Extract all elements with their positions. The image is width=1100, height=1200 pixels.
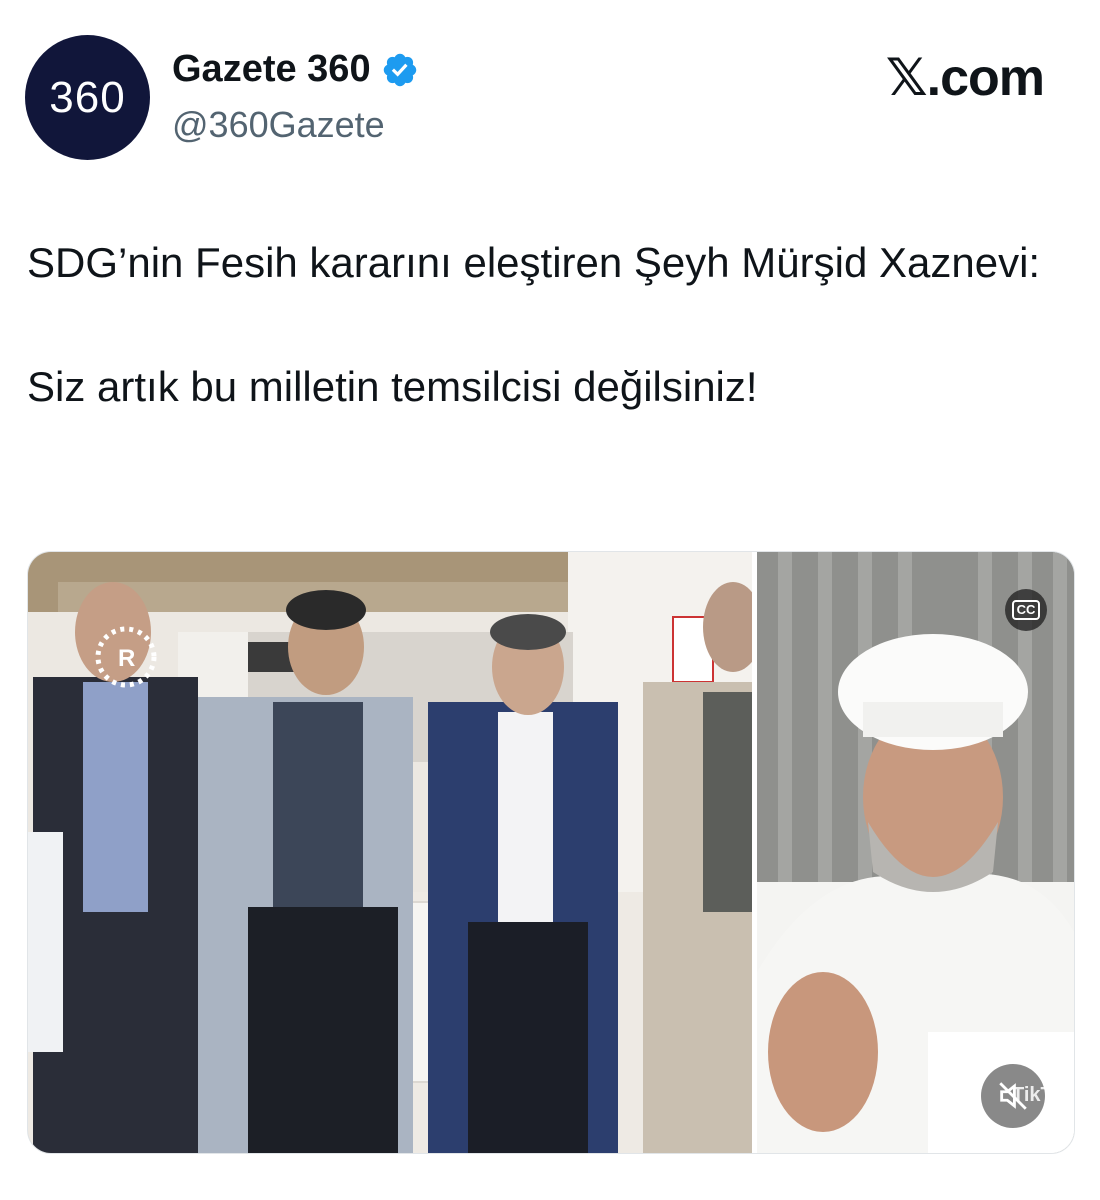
tiktok-watermark: TikTok: [1012, 1084, 1075, 1106]
avatar[interactable]: 360: [25, 35, 150, 160]
person-2-shirt: [273, 702, 363, 912]
avatar-text: 360: [49, 72, 126, 122]
sheikh-hand: [768, 972, 878, 1132]
user-handle[interactable]: @360Gazete: [172, 104, 385, 146]
closed-captions-icon: CC: [1011, 600, 1041, 620]
person-4-shirt: [703, 692, 753, 912]
person-2-hair: [286, 590, 366, 630]
name-row: Gazete 360: [172, 48, 419, 91]
rudaw-watermark: R: [118, 645, 135, 672]
turban-band: [863, 702, 1003, 737]
closed-captions-button[interactable]: CC: [1005, 589, 1047, 631]
tweet-text: SDG’nin Fesih kararını eleştiren Şeyh Mü…: [27, 232, 1067, 418]
person-1-shirt: [83, 682, 148, 912]
verified-badge-icon: [381, 51, 419, 89]
split-divider: [752, 552, 757, 1153]
tweet-line-1: SDG’nin Fesih kararını eleştiren Şeyh Mü…: [27, 239, 1041, 286]
display-name[interactable]: Gazete 360: [172, 48, 371, 91]
person-3-trousers: [468, 922, 588, 1153]
media-container[interactable]: R CC TikTok @ibn_afrin_36: [27, 551, 1075, 1154]
partial-figure: [28, 832, 63, 1052]
tweet-header: 360 Gazete 360 @360Gazete 𝕏.com: [0, 0, 1100, 180]
tiktok-username: @ibn_afrin_36: [953, 1126, 1032, 1140]
site-label: 𝕏.com: [885, 49, 1045, 107]
tweet-line-2: Siz artık bu milletin temsilcisi değilsi…: [27, 363, 758, 410]
person-3-shirt: [498, 712, 553, 922]
media-image: R: [28, 552, 1074, 1153]
person-3-hair: [490, 614, 566, 650]
person-2-trousers: [248, 907, 398, 1153]
